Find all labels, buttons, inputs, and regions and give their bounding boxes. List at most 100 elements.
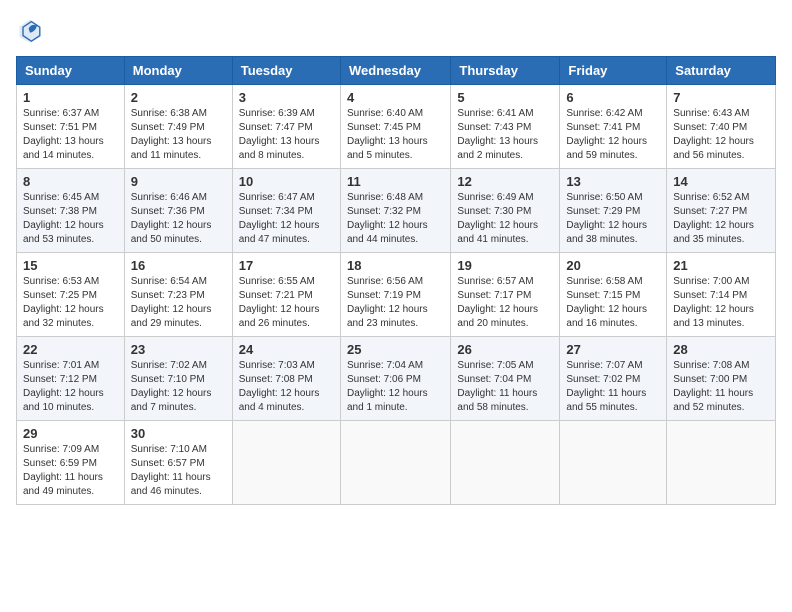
cell-content: Sunrise: 7:09 AMSunset: 6:59 PMDaylight:… bbox=[23, 443, 118, 499]
cell-content: Sunrise: 6:46 AMSunset: 7:36 PMDaylight:… bbox=[131, 191, 226, 247]
day-number: 20 bbox=[566, 258, 660, 273]
calendar-cell: 18 Sunrise: 6:56 AMSunset: 7:19 PMDayligh… bbox=[340, 253, 450, 337]
calendar-cell: 15 Sunrise: 6:53 AMSunset: 7:25 PMDayligh… bbox=[17, 253, 125, 337]
weekday-header-sunday: Sunday bbox=[17, 57, 125, 85]
day-number: 2 bbox=[131, 90, 226, 105]
day-number: 19 bbox=[457, 258, 553, 273]
logo bbox=[16, 16, 48, 44]
day-number: 17 bbox=[239, 258, 334, 273]
weekday-header-monday: Monday bbox=[124, 57, 232, 85]
calendar-cell: 19 Sunrise: 6:57 AMSunset: 7:17 PMDayligh… bbox=[451, 253, 560, 337]
calendar-cell: 10 Sunrise: 6:47 AMSunset: 7:34 PMDayligh… bbox=[232, 169, 340, 253]
calendar-cell: 30Sunrise: 7:10 AMSunset: 6:57 PMDayligh… bbox=[124, 421, 232, 505]
day-number: 18 bbox=[347, 258, 444, 273]
calendar-cell: 24 Sunrise: 7:03 AMSunset: 7:08 PMDayligh… bbox=[232, 337, 340, 421]
day-number: 1 bbox=[23, 90, 118, 105]
cell-content: Sunrise: 6:52 AMSunset: 7:27 PMDaylight:… bbox=[673, 191, 769, 247]
day-number: 22 bbox=[23, 342, 118, 357]
day-number: 11 bbox=[347, 174, 444, 189]
cell-content: Sunrise: 6:50 AMSunset: 7:29 PMDaylight:… bbox=[566, 191, 660, 247]
cell-content: Sunrise: 7:01 AMSunset: 7:12 PMDaylight:… bbox=[23, 359, 118, 415]
day-number: 30 bbox=[131, 426, 226, 441]
logo-icon bbox=[16, 16, 44, 44]
day-number: 5 bbox=[457, 90, 553, 105]
cell-content: Sunrise: 6:54 AMSunset: 7:23 PMDaylight:… bbox=[131, 275, 226, 331]
calendar-cell: 5 Sunrise: 6:41 AMSunset: 7:43 PMDaylight… bbox=[451, 85, 560, 169]
cell-content: Sunrise: 7:05 AMSunset: 7:04 PMDaylight:… bbox=[457, 359, 553, 415]
calendar-cell: 9 Sunrise: 6:46 AMSunset: 7:36 PMDaylight… bbox=[124, 169, 232, 253]
calendar-cell: 16 Sunrise: 6:54 AMSunset: 7:23 PMDayligh… bbox=[124, 253, 232, 337]
day-number: 9 bbox=[131, 174, 226, 189]
calendar-cell: 12 Sunrise: 6:49 AMSunset: 7:30 PMDayligh… bbox=[451, 169, 560, 253]
cell-content: Sunrise: 6:45 AMSunset: 7:38 PMDaylight:… bbox=[23, 191, 118, 247]
cell-content: Sunrise: 6:57 AMSunset: 7:17 PMDaylight:… bbox=[457, 275, 553, 331]
calendar-cell: 3 Sunrise: 6:39 AMSunset: 7:47 PMDaylight… bbox=[232, 85, 340, 169]
day-number: 24 bbox=[239, 342, 334, 357]
calendar-cell bbox=[451, 421, 560, 505]
day-number: 23 bbox=[131, 342, 226, 357]
cell-content: Sunrise: 6:41 AMSunset: 7:43 PMDaylight:… bbox=[457, 107, 553, 163]
calendar-week-row: 15 Sunrise: 6:53 AMSunset: 7:25 PMDayligh… bbox=[17, 253, 776, 337]
calendar-cell: 4 Sunrise: 6:40 AMSunset: 7:45 PMDaylight… bbox=[340, 85, 450, 169]
calendar-cell: 29 Sunrise: 7:09 AMSunset: 6:59 PMDayligh… bbox=[17, 421, 125, 505]
calendar-cell: 22 Sunrise: 7:01 AMSunset: 7:12 PMDayligh… bbox=[17, 337, 125, 421]
day-number: 7 bbox=[673, 90, 769, 105]
cell-content: Sunrise: 6:56 AMSunset: 7:19 PMDaylight:… bbox=[347, 275, 444, 331]
day-number: 16 bbox=[131, 258, 226, 273]
cell-content: Sunrise: 6:47 AMSunset: 7:34 PMDaylight:… bbox=[239, 191, 334, 247]
weekday-header-tuesday: Tuesday bbox=[232, 57, 340, 85]
day-number: 21 bbox=[673, 258, 769, 273]
calendar-cell: 13 Sunrise: 6:50 AMSunset: 7:29 PMDayligh… bbox=[560, 169, 667, 253]
cell-content: Sunrise: 7:08 AMSunset: 7:00 PMDaylight:… bbox=[673, 359, 769, 415]
day-number: 26 bbox=[457, 342, 553, 357]
calendar-week-row: 1 Sunrise: 6:37 AMSunset: 7:51 PMDaylight… bbox=[17, 85, 776, 169]
day-number: 6 bbox=[566, 90, 660, 105]
day-number: 4 bbox=[347, 90, 444, 105]
day-number: 13 bbox=[566, 174, 660, 189]
cell-content: Sunrise: 7:02 AMSunset: 7:10 PMDaylight:… bbox=[131, 359, 226, 415]
cell-content: Sunrise: 7:03 AMSunset: 7:08 PMDaylight:… bbox=[239, 359, 334, 415]
calendar-cell: 14Sunrise: 6:52 AMSunset: 7:27 PMDayligh… bbox=[667, 169, 776, 253]
cell-content: Sunrise: 6:40 AMSunset: 7:45 PMDaylight:… bbox=[347, 107, 444, 163]
day-number: 27 bbox=[566, 342, 660, 357]
calendar-cell: 2Sunrise: 6:38 AMSunset: 7:49 PMDaylight… bbox=[124, 85, 232, 169]
calendar-header-row: SundayMondayTuesdayWednesdayThursdayFrid… bbox=[17, 57, 776, 85]
day-number: 28 bbox=[673, 342, 769, 357]
calendar-cell bbox=[560, 421, 667, 505]
calendar-cell: 25 Sunrise: 7:04 AMSunset: 7:06 PMDayligh… bbox=[340, 337, 450, 421]
cell-content: Sunrise: 6:37 AMSunset: 7:51 PMDaylight:… bbox=[23, 107, 118, 163]
calendar-cell: 20 Sunrise: 6:58 AMSunset: 7:15 PMDayligh… bbox=[560, 253, 667, 337]
cell-content: Sunrise: 6:48 AMSunset: 7:32 PMDaylight:… bbox=[347, 191, 444, 247]
calendar-cell bbox=[667, 421, 776, 505]
cell-content: Sunrise: 7:04 AMSunset: 7:06 PMDaylight:… bbox=[347, 359, 444, 415]
calendar-cell: 28 Sunrise: 7:08 AMSunset: 7:00 PMDayligh… bbox=[667, 337, 776, 421]
day-number: 3 bbox=[239, 90, 334, 105]
day-number: 8 bbox=[23, 174, 118, 189]
calendar-cell bbox=[340, 421, 450, 505]
cell-content: Sunrise: 7:07 AMSunset: 7:02 PMDaylight:… bbox=[566, 359, 660, 415]
cell-content: Sunrise: 6:39 AMSunset: 7:47 PMDaylight:… bbox=[239, 107, 334, 163]
day-number: 10 bbox=[239, 174, 334, 189]
calendar-cell: 21 Sunrise: 7:00 AMSunset: 7:14 PMDayligh… bbox=[667, 253, 776, 337]
day-number: 29 bbox=[23, 426, 118, 441]
cell-content: Sunrise: 6:42 AMSunset: 7:41 PMDaylight:… bbox=[566, 107, 660, 163]
calendar-week-row: 29 Sunrise: 7:09 AMSunset: 6:59 PMDayligh… bbox=[17, 421, 776, 505]
day-number: 12 bbox=[457, 174, 553, 189]
calendar-cell: 6 Sunrise: 6:42 AMSunset: 7:41 PMDaylight… bbox=[560, 85, 667, 169]
cell-content: Sunrise: 6:43 AMSunset: 7:40 PMDaylight:… bbox=[673, 107, 769, 163]
calendar-cell: 1 Sunrise: 6:37 AMSunset: 7:51 PMDaylight… bbox=[17, 85, 125, 169]
day-number: 25 bbox=[347, 342, 444, 357]
calendar-cell: 26 Sunrise: 7:05 AMSunset: 7:04 PMDayligh… bbox=[451, 337, 560, 421]
day-number: 15 bbox=[23, 258, 118, 273]
cell-content: Sunrise: 6:49 AMSunset: 7:30 PMDaylight:… bbox=[457, 191, 553, 247]
weekday-header-saturday: Saturday bbox=[667, 57, 776, 85]
calendar-cell: 11 Sunrise: 6:48 AMSunset: 7:32 PMDayligh… bbox=[340, 169, 450, 253]
calendar-week-row: 8 Sunrise: 6:45 AMSunset: 7:38 PMDaylight… bbox=[17, 169, 776, 253]
cell-content: Sunrise: 6:53 AMSunset: 7:25 PMDaylight:… bbox=[23, 275, 118, 331]
calendar-cell: 8 Sunrise: 6:45 AMSunset: 7:38 PMDaylight… bbox=[17, 169, 125, 253]
cell-content: Sunrise: 7:00 AMSunset: 7:14 PMDaylight:… bbox=[673, 275, 769, 331]
calendar-table: SundayMondayTuesdayWednesdayThursdayFrid… bbox=[16, 56, 776, 505]
cell-content: Sunrise: 6:58 AMSunset: 7:15 PMDaylight:… bbox=[566, 275, 660, 331]
weekday-header-wednesday: Wednesday bbox=[340, 57, 450, 85]
calendar-cell: 17Sunrise: 6:55 AMSunset: 7:21 PMDayligh… bbox=[232, 253, 340, 337]
